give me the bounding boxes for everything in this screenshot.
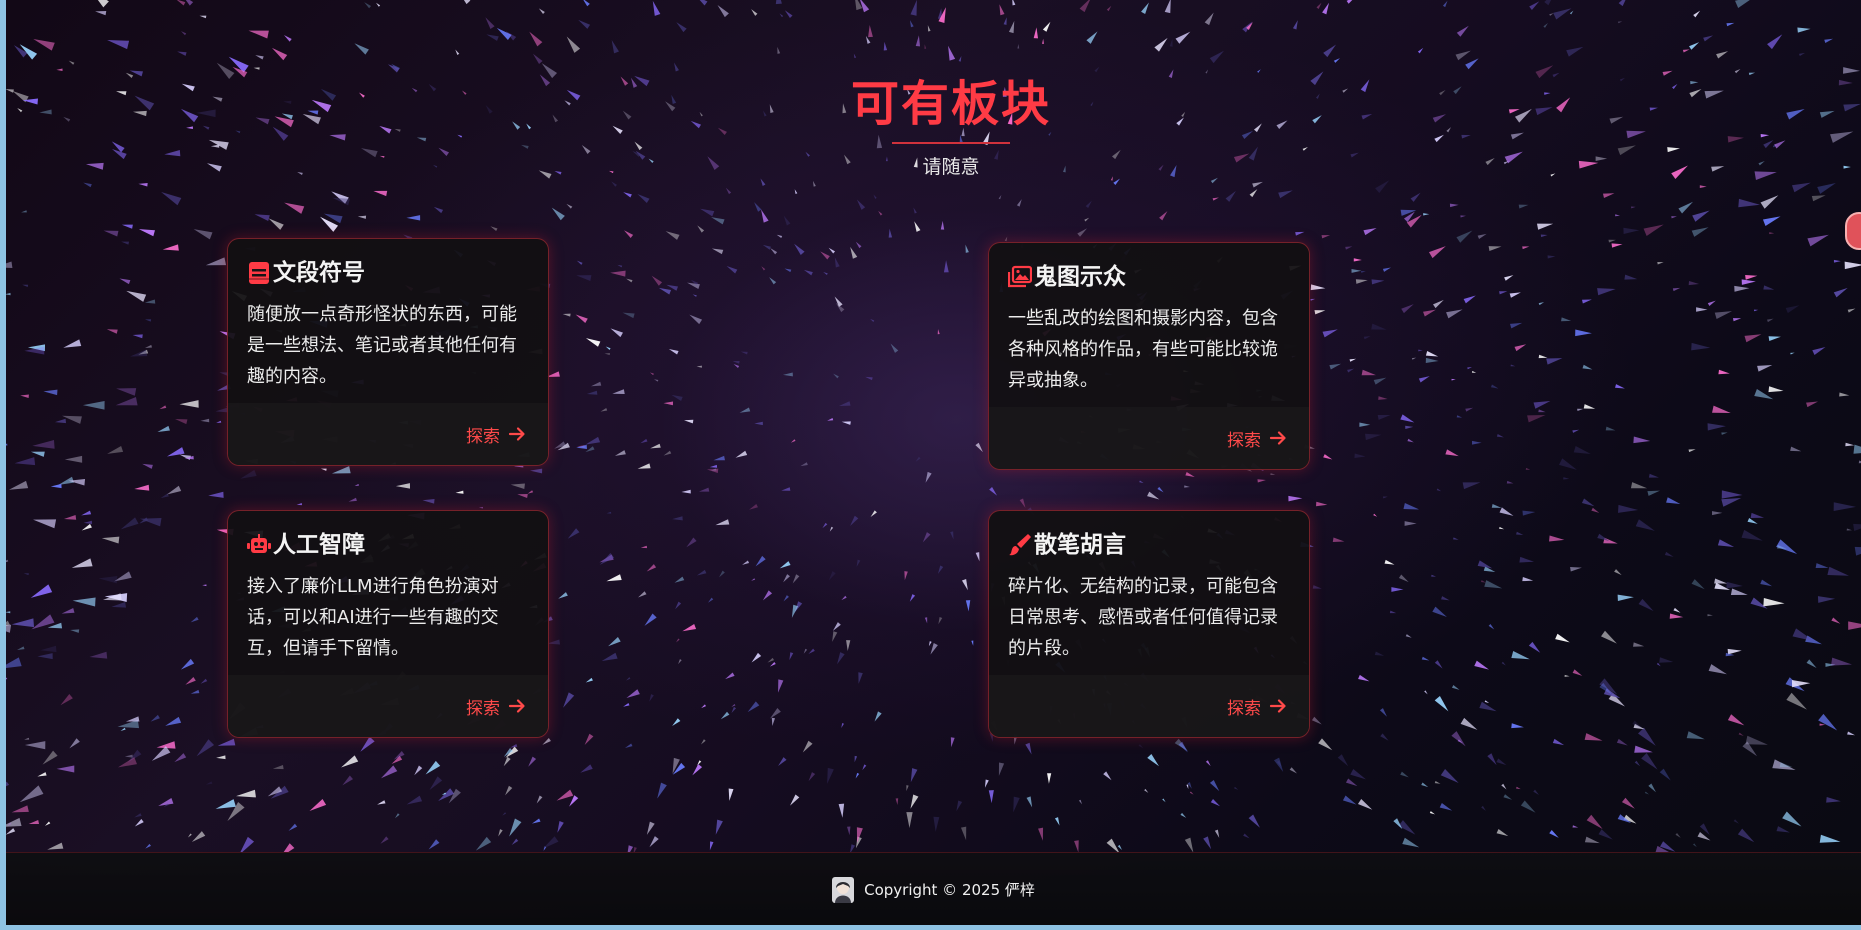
card-footer: 探索 xyxy=(228,675,548,737)
gallery-icon xyxy=(1008,265,1032,288)
card-wenduan[interactable]: 文段符号 随便放一点奇形怪状的东西，可能是一些想法、笔记或者其他任何有趣的内容。… xyxy=(227,238,549,466)
arrow-right-icon xyxy=(508,427,525,441)
page-subtitle: 请随意 xyxy=(922,156,980,178)
card-header: 人工智障 xyxy=(247,525,529,565)
page-background: 可有板块 请随意 文段符号 随便放一点奇形怪状的东西，可能是一些想法、笔记或者其… xyxy=(6,0,1861,925)
arrow-right-icon xyxy=(1269,699,1286,713)
card-title: 文段符号 xyxy=(273,260,365,286)
explore-link[interactable]: 探索 xyxy=(1227,426,1287,451)
explore-link[interactable]: 探索 xyxy=(466,422,526,447)
explore-label: 探索 xyxy=(466,698,500,719)
arrow-right-icon xyxy=(1269,431,1286,445)
robot-icon xyxy=(247,534,271,553)
card-header: 散笔胡言 xyxy=(1008,525,1290,565)
avatar xyxy=(832,876,855,903)
card-sanbi[interactable]: 散笔胡言 碎片化、无结构的记录，可能包含日常思考、感悟或者任何值得记录的片段。 … xyxy=(988,510,1310,738)
page-footer: Copyright © 2025 俨梓 xyxy=(6,852,1861,925)
explore-label: 探索 xyxy=(1227,430,1261,451)
card-description: 随便放一点奇形怪状的东西，可能是一些想法、笔记或者其他任何有趣的内容。 xyxy=(247,304,517,387)
card-description: 接入了廉价LLM进行角色扮演对话，可以和AI进行一些有趣的交互，但请手下留情。 xyxy=(247,576,499,659)
explore-link[interactable]: 探索 xyxy=(1227,694,1287,719)
card-title: 人工智障 xyxy=(273,532,365,558)
card-header: 文段符号 xyxy=(247,253,529,293)
page-header: 可有板块 请随意 xyxy=(6,72,1861,179)
card-header: 鬼图示众 xyxy=(1008,257,1290,297)
explore-label: 探索 xyxy=(466,426,500,447)
notebook-icon xyxy=(249,262,269,284)
card-footer: 探索 xyxy=(989,407,1309,469)
explore-link[interactable]: 探索 xyxy=(466,694,526,719)
paintbrush-icon xyxy=(1009,534,1031,556)
page-title: 可有板块 xyxy=(850,76,1051,132)
card-footer: 探索 xyxy=(989,675,1309,737)
title-divider xyxy=(892,142,1010,144)
side-toggle-button[interactable] xyxy=(1845,212,1861,250)
copyright-text: Copyright © 2025 俨梓 xyxy=(864,881,1035,899)
card-description: 碎片化、无结构的记录，可能包含日常思考、感悟或者任何值得记录的片段。 xyxy=(1008,576,1278,659)
card-rengong[interactable]: 人工智障 接入了廉价LLM进行角色扮演对话，可以和AI进行一些有趣的交互，但请手… xyxy=(227,510,549,738)
card-title: 鬼图示众 xyxy=(1034,264,1126,290)
arrow-right-icon xyxy=(508,699,525,713)
card-description: 一些乱改的绘图和摄影内容，包含各种风格的作品，有些可能比较诡异或抽象。 xyxy=(1008,308,1278,391)
card-footer: 探索 xyxy=(228,403,548,465)
explore-label: 探索 xyxy=(1227,698,1261,719)
card-title: 散笔胡言 xyxy=(1034,532,1126,558)
card-guitu[interactable]: 鬼图示众 一些乱改的绘图和摄影内容，包含各种风格的作品，有些可能比较诡异或抽象。… xyxy=(988,242,1310,470)
